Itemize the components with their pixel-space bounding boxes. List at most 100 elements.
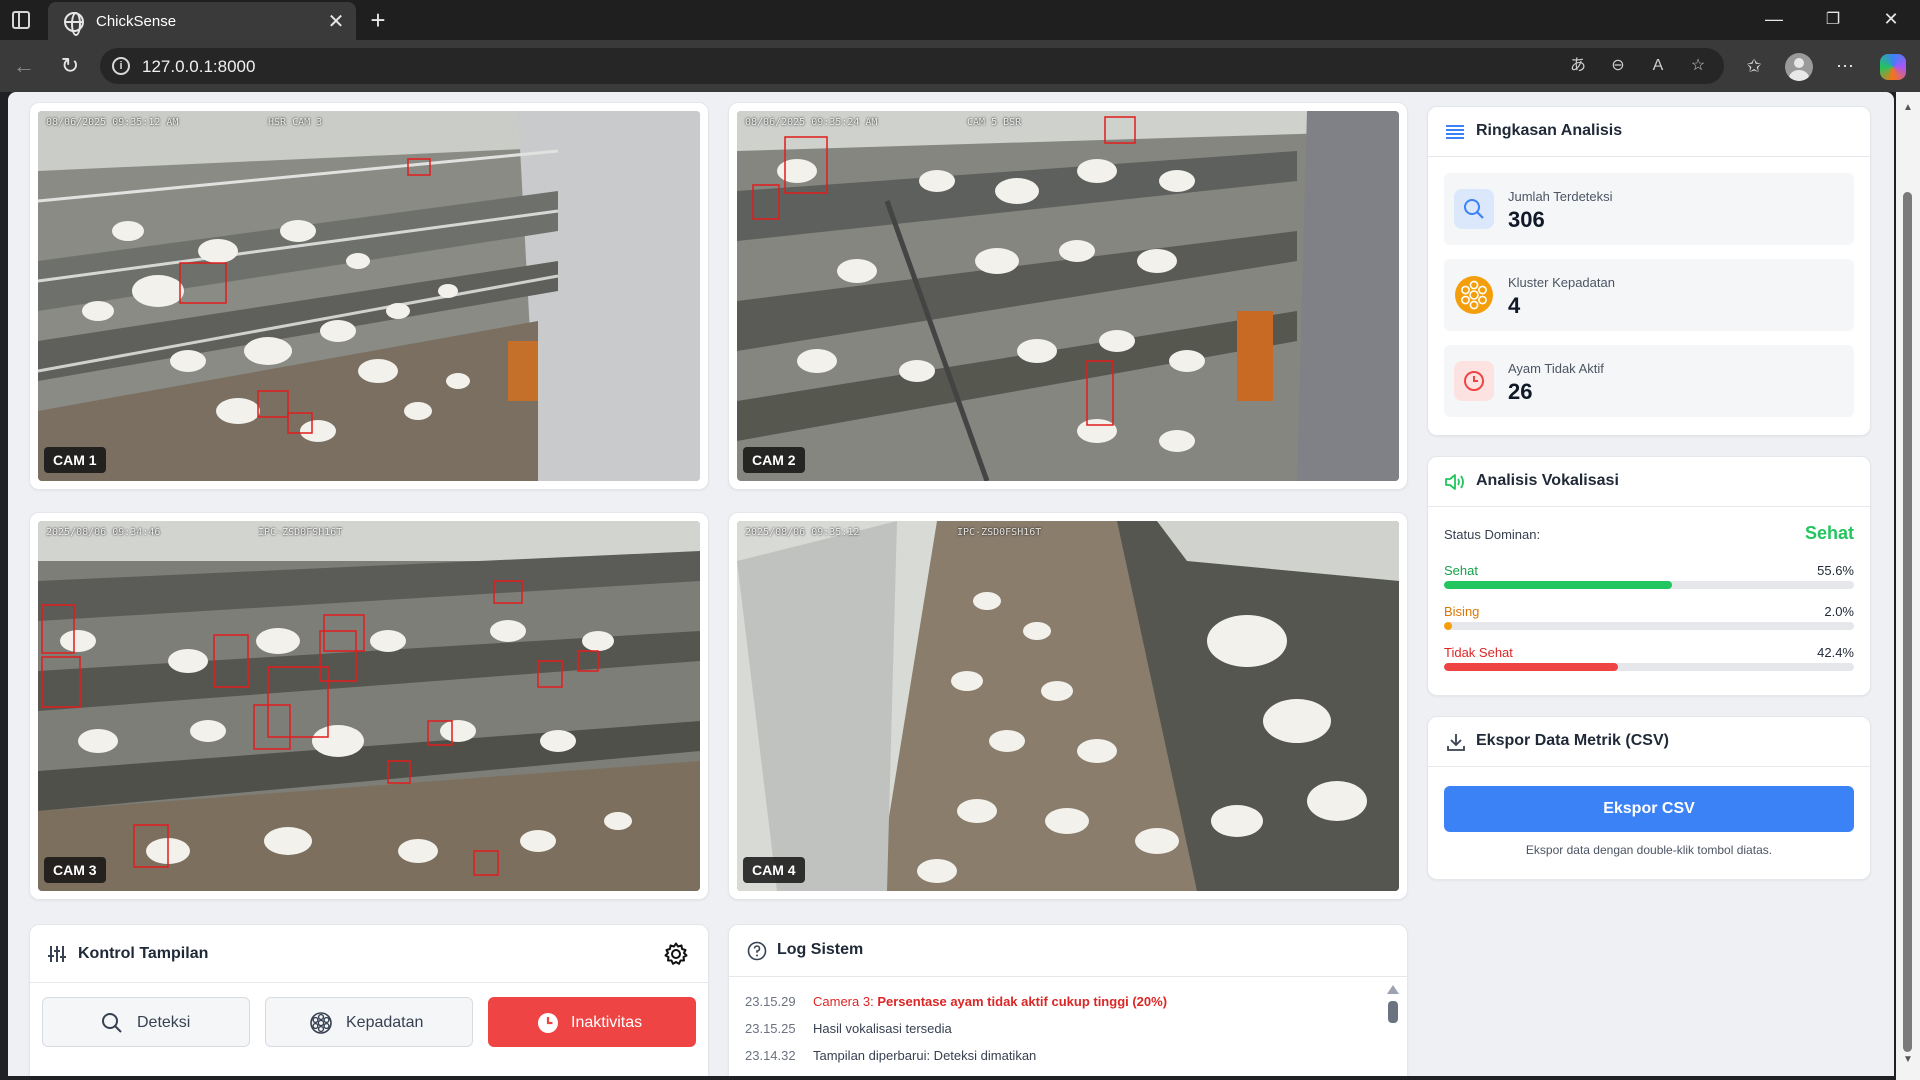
- system-log-header: Log Sistem: [729, 925, 1407, 977]
- stat-label: Ayam Tidak Aktif: [1508, 361, 1604, 376]
- camera-id-stamp: HSR CAM 3: [268, 117, 323, 128]
- camera-id-stamp: IPC-ZSD0FSH16T: [258, 527, 343, 538]
- cluster-icon: [1454, 275, 1494, 315]
- page-scrollbar[interactable]: ▲ ▼: [1896, 92, 1920, 1080]
- favorite-star-icon[interactable]: ☆: [1686, 54, 1710, 78]
- camera-label: CAM 2: [743, 447, 805, 473]
- camera-label: CAM 4: [743, 857, 805, 883]
- info-icon[interactable]: i: [112, 57, 130, 75]
- export-note: Ekspor data dengan double-klik tombol di…: [1525, 843, 1773, 857]
- new-tab-button[interactable]: +: [364, 5, 392, 36]
- analysis-summary-header: Ringkasan Analisis: [1428, 107, 1870, 157]
- minimize-icon[interactable]: —: [1762, 9, 1786, 30]
- log-entry: 23.14.32 Tampilan diperbarui: Deteksi dim…: [745, 1048, 1036, 1063]
- log-time: 23.14.32: [745, 1048, 796, 1063]
- favorites-icon[interactable]: ✩: [1740, 52, 1768, 80]
- density-toggle-button[interactable]: Kepadatan: [265, 997, 473, 1047]
- profile-avatar[interactable]: [1785, 53, 1813, 81]
- log-message: Persentase ayam tidak aktif cukup tinggi…: [877, 994, 1168, 1009]
- export-title: Ekspor Data Metrik (CSV): [1476, 732, 1669, 749]
- inactive-chicken-stat: Ayam Tidak Aktif 26: [1444, 345, 1854, 417]
- more-menu-icon[interactable]: ⋯: [1831, 52, 1859, 80]
- cluster-icon: [310, 1012, 332, 1034]
- camera-card-4[interactable]: 2025/08/06 09:35:12 IPC-ZSD0FSH16T CAM 4: [728, 512, 1408, 900]
- vocal-noisy-percent: 2.0%: [1824, 604, 1854, 619]
- vocal-unhealthy-bar-fill: [1444, 663, 1618, 671]
- stat-value: 306: [1508, 207, 1545, 232]
- browser-tab[interactable]: ChickSense ✕: [48, 2, 356, 40]
- analysis-summary-title: Ringkasan Analisis: [1476, 122, 1623, 139]
- address-bar[interactable]: i 127.0.0.1:8000 あ ⊖ A ☆: [100, 48, 1724, 84]
- camera-feed-2[interactable]: 08/06/2025 09:35:24 AM CAM 5 BSR CAM 2: [737, 111, 1399, 481]
- camera-card-3[interactable]: 2025/08/06 09:34:46 IPC-ZSD0FSH16T CAM 3: [29, 512, 709, 900]
- page-viewport: 08/06/2025 09:35:12 AM HSR CAM 3 CAM 1 0…: [8, 92, 1894, 1076]
- camera-timestamp: 2025/08/06 09:35:12: [745, 527, 860, 538]
- export-card: Ekspor Data Metrik (CSV) Ekspor CSV Eksp…: [1427, 716, 1871, 880]
- globe-icon: [64, 12, 84, 36]
- copilot-icon[interactable]: [1880, 54, 1906, 80]
- inactivity-button-label: Inaktivitas: [571, 1014, 643, 1031]
- scroll-up-arrow-icon[interactable]: ▲: [1903, 102, 1913, 113]
- vocal-healthy-bar-fill: [1444, 581, 1672, 589]
- vocal-unhealthy-bar: [1444, 663, 1854, 671]
- detection-button-label: Deteksi: [137, 1014, 191, 1031]
- log-scrollbar[interactable]: [1387, 985, 1399, 1076]
- scroll-down-arrow-icon[interactable]: ▼: [1903, 1054, 1913, 1065]
- clock-icon: [538, 1013, 558, 1033]
- display-control-header: Kontrol Tampilan: [30, 925, 708, 983]
- camera-card-1[interactable]: 08/06/2025 09:35:12 AM HSR CAM 3 CAM 1: [29, 102, 709, 490]
- search-icon: [1454, 189, 1494, 229]
- url-text[interactable]: 127.0.0.1:8000: [142, 57, 255, 77]
- refresh-icon[interactable]: ↻: [56, 52, 84, 80]
- camera-timestamp: 08/06/2025 09:35:24 AM: [745, 117, 878, 128]
- browser-tab-bar: ChickSense ✕ + — ❐ ✕: [0, 0, 1920, 40]
- vocalization-analysis-card: Analisis Vokalisasi Status Dominan: Seha…: [1427, 456, 1871, 696]
- camera-card-2[interactable]: 08/06/2025 09:35:24 AM CAM 5 BSR CAM 2: [728, 102, 1408, 490]
- close-tab-icon[interactable]: ✕: [324, 9, 348, 34]
- stat-value: 4: [1508, 293, 1521, 318]
- system-log-card: Log Sistem 23.15.29 Camera 3: Persentase …: [728, 924, 1408, 1076]
- log-camera: Camera 3:: [813, 994, 874, 1009]
- camera-feed-4[interactable]: 2025/08/06 09:35:12 IPC-ZSD0FSH16T CAM 4: [737, 521, 1399, 891]
- download-icon: [1447, 734, 1465, 751]
- scroll-up-arrow-icon[interactable]: [1387, 985, 1399, 994]
- translate-icon[interactable]: あ: [1566, 54, 1590, 78]
- vocalization-header: Analisis Vokalisasi: [1428, 457, 1870, 507]
- system-log-title: Log Sistem: [777, 941, 864, 958]
- camera-timestamp: 08/06/2025 09:35:12 AM: [46, 117, 179, 128]
- sidebar-toggle-icon[interactable]: [12, 11, 30, 29]
- log-entry: 23.15.29 Camera 3: Persentase ayam tidak …: [745, 994, 1167, 1009]
- camera-label: CAM 3: [44, 857, 106, 883]
- camera-label: CAM 1: [44, 447, 106, 473]
- export-csv-button[interactable]: Ekspor CSV: [1444, 786, 1854, 832]
- list-icon: [1446, 125, 1464, 139]
- inactivity-toggle-button[interactable]: Inaktivitas: [488, 997, 696, 1047]
- camera-feed-3[interactable]: 2025/08/06 09:34:46 IPC-ZSD0FSH16T CAM 3: [38, 521, 700, 891]
- density-cluster-stat: Kluster Kepadatan 4: [1444, 259, 1854, 331]
- speaker-icon: [1445, 474, 1464, 490]
- vocal-healthy-bar: [1444, 581, 1854, 589]
- sliders-icon: [48, 946, 66, 962]
- browser-toolbar: ← ↻ i 127.0.0.1:8000 あ ⊖ A ☆ ✩ ⋯: [0, 40, 1920, 92]
- log-scroll-thumb[interactable]: [1388, 1001, 1398, 1023]
- detection-toggle-button[interactable]: Deteksi: [42, 997, 250, 1047]
- vocal-noisy-bar: [1444, 622, 1854, 630]
- vocal-unhealthy-label: Tidak Sehat: [1444, 645, 1513, 660]
- read-aloud-icon[interactable]: A: [1646, 54, 1670, 78]
- camera-feed-1[interactable]: 08/06/2025 09:35:12 AM HSR CAM 3 CAM 1: [38, 111, 700, 481]
- restore-icon[interactable]: ❐: [1821, 9, 1845, 29]
- log-time: 23.15.29: [745, 994, 796, 1009]
- vocal-healthy-label: Sehat: [1444, 563, 1478, 578]
- back-icon[interactable]: ←: [10, 52, 38, 80]
- zoom-out-icon[interactable]: ⊖: [1606, 54, 1630, 78]
- camera-id-stamp: IPC-ZSD0FSH16T: [957, 527, 1042, 538]
- gear-icon[interactable]: [664, 942, 688, 966]
- analysis-summary-card: Ringkasan Analisis Jumlah Terdeteksi 306…: [1427, 106, 1871, 436]
- page-scroll-thumb[interactable]: [1903, 192, 1912, 1052]
- close-window-icon[interactable]: ✕: [1879, 9, 1903, 30]
- dominant-status-value: Sehat: [1804, 523, 1854, 543]
- search-icon: [102, 1013, 122, 1033]
- display-control-title: Kontrol Tampilan: [78, 945, 209, 962]
- stat-value: 26: [1508, 379, 1533, 404]
- dominant-status-label: Status Dominan:: [1444, 527, 1541, 542]
